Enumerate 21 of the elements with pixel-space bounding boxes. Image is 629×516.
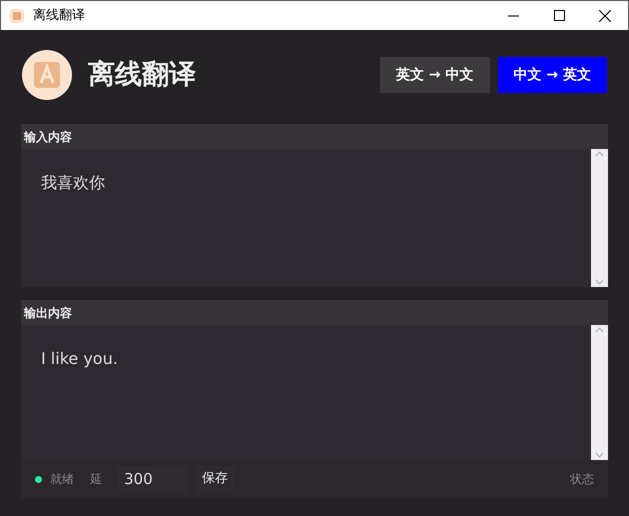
app-logo bbox=[22, 50, 72, 100]
scrollbar[interactable] bbox=[591, 325, 608, 460]
maximize-icon bbox=[554, 10, 564, 21]
delay-label: 延 bbox=[90, 471, 102, 488]
status-text: 就绪 bbox=[50, 471, 74, 488]
scroll-up-icon bbox=[595, 151, 604, 157]
window-title: 离线翻译 bbox=[33, 6, 86, 25]
section-label: 输入内容 bbox=[21, 124, 608, 149]
scrollbar[interactable] bbox=[591, 149, 608, 287]
status-label: 状态 bbox=[570, 471, 594, 488]
output-textarea[interactable]: I like you. bbox=[21, 325, 591, 460]
app-icon bbox=[9, 8, 25, 24]
direction-button[interactable]: 中文 → 英文 bbox=[498, 57, 607, 93]
section-label: 输出内容 bbox=[21, 300, 608, 325]
direction-button[interactable]: 英文 → 中文 bbox=[380, 57, 490, 93]
app-title: 离线翻译 bbox=[88, 58, 197, 92]
scroll-down-icon bbox=[595, 452, 604, 458]
close-icon bbox=[599, 10, 611, 22]
scroll-up-icon bbox=[595, 327, 604, 333]
scroll-down-icon bbox=[595, 279, 604, 285]
input-textarea[interactable]: 我喜欢你 bbox=[21, 149, 591, 287]
